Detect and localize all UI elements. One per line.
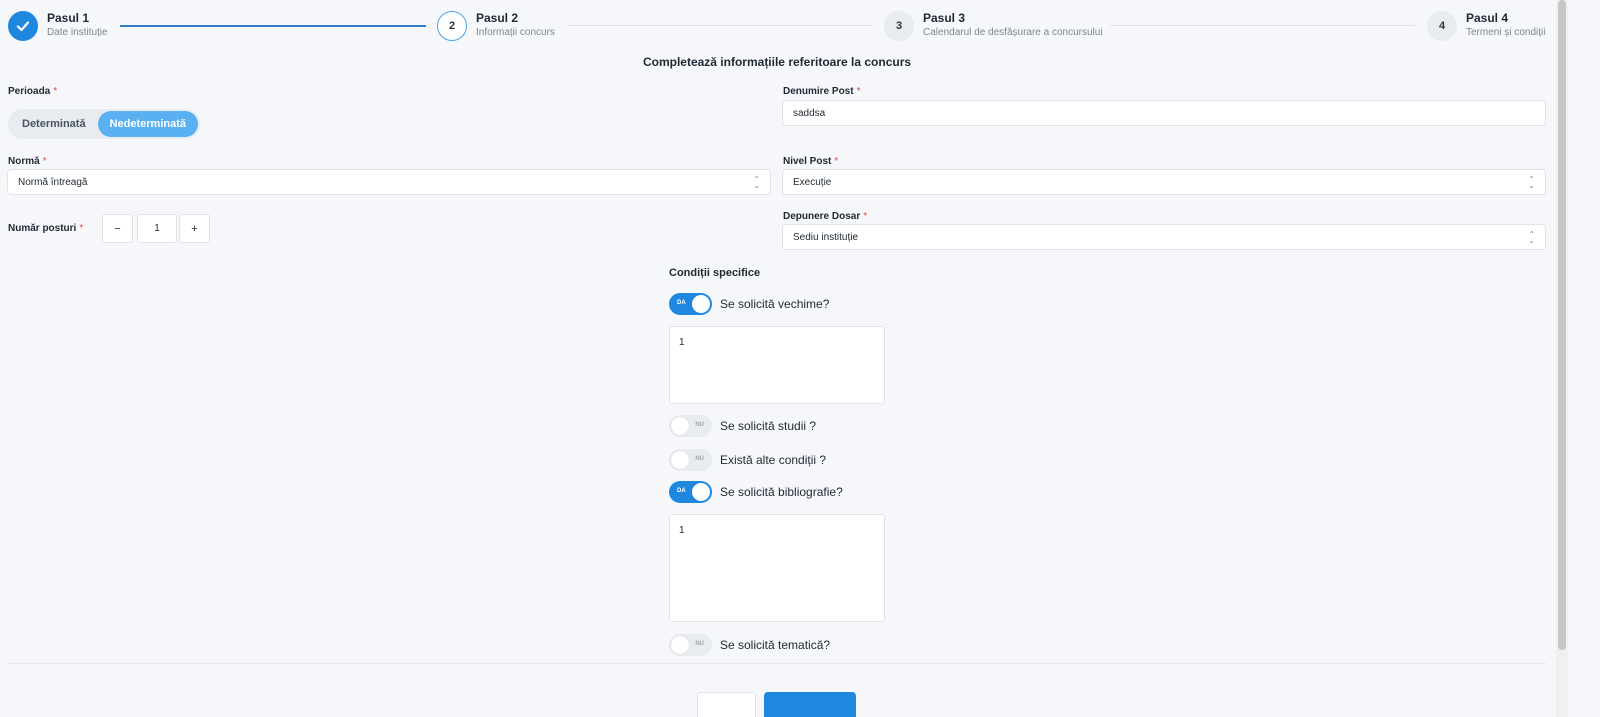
step-2-title: Pasul 2 xyxy=(476,11,519,25)
numar-posturi-label-text: Număr posturi xyxy=(8,223,77,234)
toggle-state: NU xyxy=(695,456,704,462)
footer-divider xyxy=(8,663,1546,664)
toggle-knob xyxy=(671,636,689,654)
step-2-subtitle: Informații concurs xyxy=(476,27,555,38)
step-connector-3 xyxy=(1110,25,1415,26)
denumire-post-label: Denumire Post * xyxy=(783,86,860,97)
conditii-heading: Condiții specifice xyxy=(669,267,761,279)
toggle-knob xyxy=(671,451,689,469)
perioada-label-text: Perioada xyxy=(8,86,51,97)
step-1-check-icon[interactable] xyxy=(8,11,38,41)
toggle-knob xyxy=(692,295,710,313)
scrollbar-thumb[interactable] xyxy=(1558,0,1566,650)
step-1-subtitle: Date instituție xyxy=(47,27,108,38)
numar-posturi-input[interactable]: 1 xyxy=(137,214,177,243)
nivel-post-label: Nivel Post * xyxy=(783,156,838,167)
depunere-dosar-value: Sediu instituție xyxy=(793,231,859,243)
denumire-post-value: saddsa xyxy=(793,107,826,119)
step-4-title: Pasul 4 xyxy=(1466,11,1509,25)
toggle-state: NU xyxy=(695,422,704,428)
bibliografie-label: Se solicită bibliografie? xyxy=(720,485,843,499)
required-mark: * xyxy=(53,86,58,97)
perioada-label: Perioada * xyxy=(8,86,57,97)
norma-label-text: Normă xyxy=(8,156,40,167)
bibliografie-textarea[interactable]: 1 xyxy=(669,514,885,622)
perioada-segmented: Determinată Nedeterminată xyxy=(8,109,200,139)
studii-label: Se solicită studii ? xyxy=(720,419,817,433)
step-2-circle[interactable]: 2 xyxy=(437,11,467,41)
norma-select[interactable]: Normă întreagă ⌃ ⌄ xyxy=(7,169,771,195)
numar-posturi-label: Număr posturi * xyxy=(8,223,83,234)
step-4-subtitle: Termeni și condiții xyxy=(1466,27,1546,38)
step-2[interactable]: Pasul 2 Informații concurs xyxy=(476,11,555,38)
toggle-state: NU xyxy=(695,641,704,647)
back-button[interactable] xyxy=(697,692,756,717)
select-arrows-icon: ⌃ ⌄ xyxy=(1528,175,1535,190)
step-3[interactable]: Pasul 3 Calendarul de desfășurare a conc… xyxy=(923,11,1103,38)
next-button[interactable] xyxy=(764,692,856,717)
step-1-title: Pasul 1 xyxy=(47,11,90,25)
tematica-label: Se solicită tematică? xyxy=(720,638,831,652)
studii-toggle[interactable]: NU xyxy=(669,415,712,437)
denumire-post-input[interactable]: saddsa xyxy=(782,100,1546,126)
select-arrows-icon: ⌃ ⌄ xyxy=(753,175,760,190)
nivel-post-select[interactable]: Execuție ⌃ ⌄ xyxy=(782,169,1546,195)
step-4-circle[interactable]: 4 xyxy=(1427,11,1457,41)
numar-posturi-decrement-button[interactable]: − xyxy=(102,214,133,243)
vechime-label: Se solicită vechime? xyxy=(720,297,830,311)
bibliografie-toggle[interactable]: DA xyxy=(669,481,712,503)
toggle-knob xyxy=(671,417,689,435)
required-mark: * xyxy=(863,211,868,222)
step-3-subtitle: Calendarul de desfășurare a concursului xyxy=(923,27,1103,38)
toggle-state: DA xyxy=(677,488,686,494)
vechime-textarea[interactable]: 1 xyxy=(669,326,885,404)
numar-posturi-increment-button[interactable]: + xyxy=(179,214,210,243)
nivel-post-label-text: Nivel Post xyxy=(783,156,832,167)
nivel-post-value: Execuție xyxy=(793,176,832,188)
step-4[interactable]: Pasul 4 Termeni și condiții xyxy=(1466,11,1545,38)
step-3-circle[interactable]: 3 xyxy=(884,11,914,41)
toggle-knob xyxy=(692,483,710,501)
required-mark: * xyxy=(42,156,47,167)
norma-value: Normă întreagă xyxy=(18,176,88,188)
step-connector-2 xyxy=(567,25,872,26)
alte-conditii-label: Există alte condiții ? xyxy=(720,453,827,467)
denumire-post-label-text: Denumire Post xyxy=(783,86,854,97)
perioada-option-determinata[interactable]: Determinată xyxy=(10,111,98,137)
required-mark: * xyxy=(856,86,861,97)
vechime-toggle[interactable]: DA xyxy=(669,293,712,315)
scrollbar[interactable] xyxy=(1556,0,1568,717)
depunere-dosar-label: Depunere Dosar * xyxy=(783,211,867,222)
toggle-state: DA xyxy=(677,300,686,306)
norma-label: Normă * xyxy=(8,156,47,167)
alte-conditii-toggle[interactable]: NU xyxy=(669,449,712,471)
perioada-option-nedeterminata[interactable]: Nedeterminată xyxy=(97,111,198,137)
step-connector-1 xyxy=(120,25,426,27)
depunere-dosar-select[interactable]: Sediu instituție ⌃ ⌄ xyxy=(782,224,1546,250)
required-mark: * xyxy=(79,223,84,234)
select-arrows-icon: ⌃ ⌄ xyxy=(1528,230,1535,245)
tematica-toggle[interactable]: NU xyxy=(669,634,712,656)
step-1[interactable]: Pasul 1 Date instituție xyxy=(47,11,108,38)
required-mark: * xyxy=(834,156,839,167)
depunere-dosar-label-text: Depunere Dosar xyxy=(783,211,861,222)
form-heading: Completează informațiile referitoare la … xyxy=(642,55,912,69)
step-3-title: Pasul 3 xyxy=(923,11,966,25)
